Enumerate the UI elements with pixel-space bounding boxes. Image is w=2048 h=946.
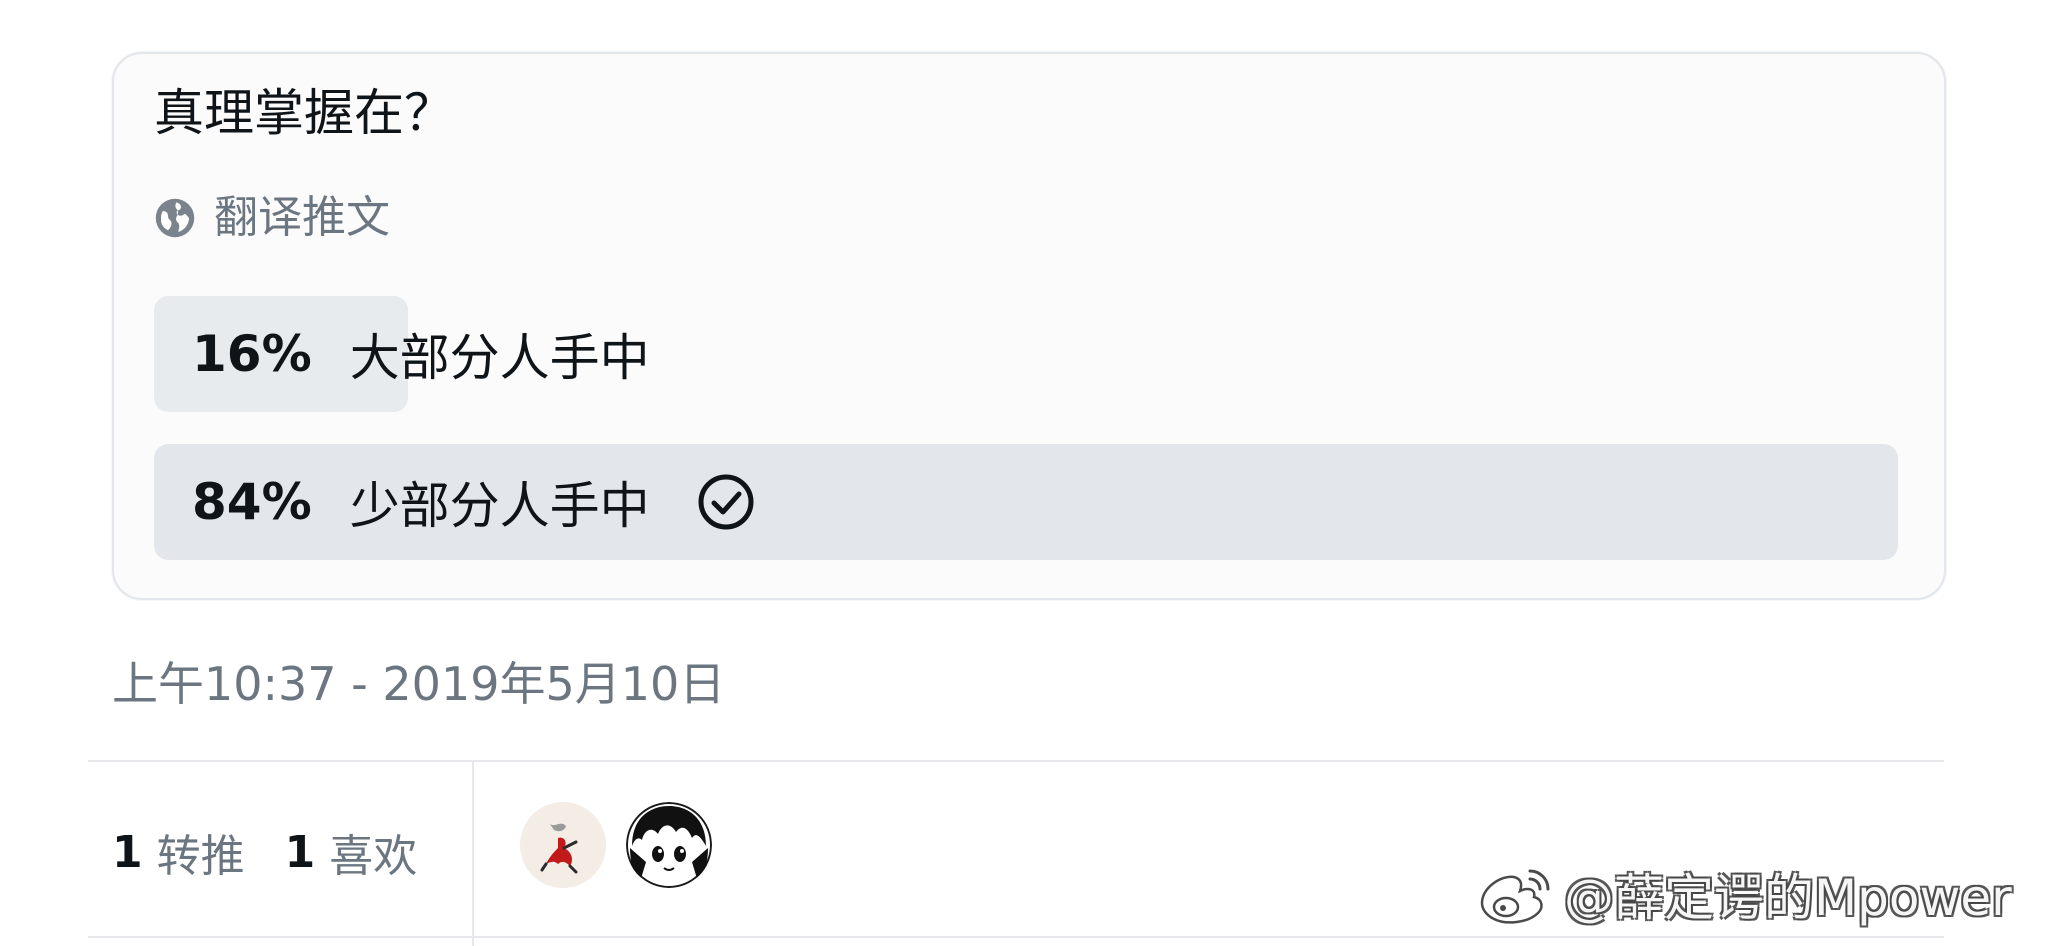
poll-option-content: 16% 大部分人手中: [192, 296, 650, 412]
check-circle-icon: [698, 474, 754, 530]
poll-option-minority[interactable]: 84% 少部分人手中: [154, 444, 1898, 560]
engagement-stats: 1 转推 1 喜欢: [112, 820, 417, 884]
poll-option-percent: 84%: [192, 473, 312, 531]
like-count-link[interactable]: 1 喜欢: [285, 820, 418, 884]
watermark-text: @薛定谔的Mpower: [1564, 869, 2012, 927]
weibo-watermark: @薛定谔的Mpower: [1472, 858, 2012, 930]
poll-option-label: 大部分人手中: [349, 329, 650, 387]
poll-option-majority[interactable]: 16% 大部分人手中: [154, 296, 1898, 412]
divider: [88, 760, 1944, 762]
poll-option-label: 少部分人手中: [349, 477, 650, 535]
weibo-logo-icon: [1480, 869, 1550, 924]
retweet-label: 转推: [156, 831, 245, 882]
poll-question: 真理掌握在？: [154, 84, 454, 142]
cropped-header-fragment: [112, 0, 372, 10]
avatar[interactable]: [626, 802, 712, 888]
tweet-timestamp[interactable]: 上午10:37 - 2019年5月10日: [112, 654, 725, 714]
poll-option-percent: 16%: [192, 325, 312, 383]
avatar[interactable]: [520, 802, 606, 888]
retweet-count: 1: [112, 826, 143, 878]
tweet-detail: 真理掌握在？ 翻译推文 16% 大部分人手中 84% 少部分人手中 上午10:3…: [0, 0, 2048, 946]
translate-tweet-link[interactable]: 翻译推文: [154, 188, 390, 248]
poll-option-content: 84% 少部分人手中: [192, 444, 756, 560]
like-count: 1: [284, 826, 316, 878]
poll-card: 真理掌握在？ 翻译推文 16% 大部分人手中 84% 少部分人手中: [112, 52, 1946, 600]
retweet-count-link[interactable]: 1 转推: [112, 820, 245, 884]
globe-icon: [155, 198, 195, 238]
divider: [88, 936, 1944, 938]
divider-vertical: [472, 762, 474, 946]
like-label: 喜欢: [329, 831, 418, 882]
translate-label: 翻译推文: [214, 192, 390, 243]
